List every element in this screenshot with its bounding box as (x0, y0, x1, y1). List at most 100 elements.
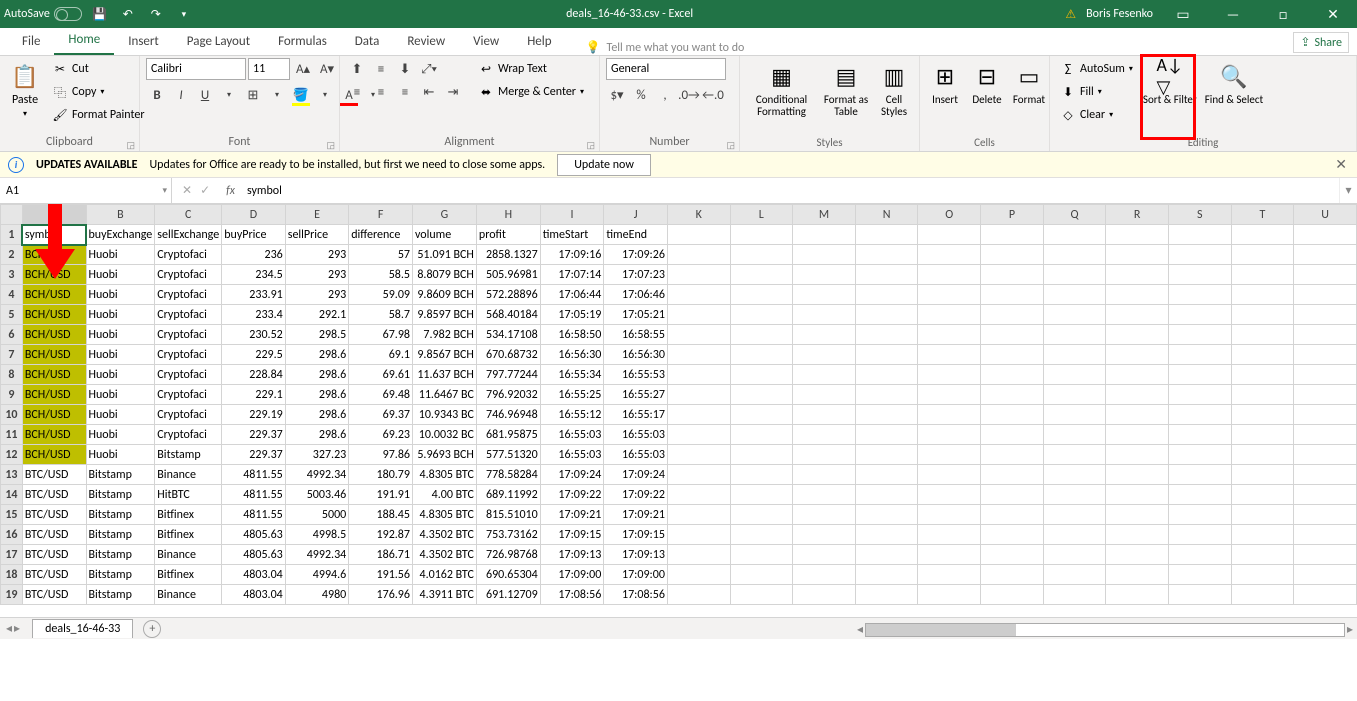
fill-dropdown-icon[interactable]: ▾ (314, 84, 336, 106)
formula-input[interactable]: symbol (241, 178, 1339, 203)
cell[interactable] (730, 565, 793, 585)
cell[interactable]: 16:55:03 (540, 445, 604, 465)
select-all-corner[interactable] (1, 205, 23, 225)
autosum-button[interactable]: ∑AutoSum ▾ (1056, 58, 1137, 80)
cell[interactable] (981, 565, 1044, 585)
wrap-text-button[interactable]: ↩Wrap Text (474, 58, 588, 80)
cell[interactable] (1043, 565, 1106, 585)
cell[interactable]: BCH/USD (22, 365, 86, 385)
cell[interactable]: 293 (285, 265, 349, 285)
cell[interactable] (667, 405, 730, 425)
ribbon-display-icon[interactable]: ▭ (1163, 0, 1203, 28)
row-header[interactable]: 2 (1, 245, 23, 265)
cell[interactable]: 746.96948 (476, 405, 540, 425)
cell[interactable]: Huobi (86, 445, 155, 465)
cell[interactable]: 4811.55 (222, 465, 286, 485)
cell[interactable] (667, 425, 730, 445)
cell[interactable]: 4.00 BTC (412, 485, 476, 505)
cell[interactable]: 58.7 (349, 305, 413, 325)
cell[interactable]: BCH/USD (22, 245, 86, 265)
cell[interactable] (918, 545, 981, 565)
row-header[interactable]: 15 (1, 505, 23, 525)
column-header[interactable]: L (730, 205, 793, 225)
cell[interactable] (855, 465, 918, 485)
cell[interactable] (730, 245, 793, 265)
cell[interactable]: Cryptofaci (155, 245, 222, 265)
cell[interactable] (918, 305, 981, 325)
expand-formula-bar-icon[interactable]: ▾ (1339, 178, 1357, 203)
cell[interactable]: 298.6 (285, 365, 349, 385)
cell[interactable]: 16:58:55 (604, 325, 668, 345)
cell[interactable]: BTC/USD (22, 525, 86, 545)
column-header[interactable]: T (1231, 205, 1294, 225)
cell[interactable]: 17:05:21 (604, 305, 668, 325)
cell[interactable]: 577.51320 (476, 445, 540, 465)
cell[interactable] (918, 285, 981, 305)
cell[interactable] (1106, 225, 1169, 245)
cell[interactable] (730, 485, 793, 505)
currency-icon[interactable]: $▾ (606, 84, 628, 106)
cell[interactable] (730, 365, 793, 385)
cell[interactable]: 568.40184 (476, 305, 540, 325)
cell[interactable]: 10.0032 BC (412, 425, 476, 445)
cell[interactable] (1168, 265, 1231, 285)
cell[interactable] (981, 385, 1044, 405)
cell[interactable]: symbol (22, 225, 86, 245)
cell[interactable] (1294, 425, 1357, 445)
column-header[interactable]: G (412, 205, 476, 225)
cell[interactable] (1294, 565, 1357, 585)
dialog-launcher-icon[interactable]: ◲ (326, 140, 335, 151)
cell[interactable]: 4803.04 (222, 585, 286, 605)
cell[interactable] (981, 285, 1044, 305)
align-right-icon[interactable]: ≡ (394, 81, 416, 103)
merge-center-button[interactable]: ⬌Merge & Center ▾ (474, 81, 588, 103)
cell[interactable] (1168, 365, 1231, 385)
increase-indent-icon[interactable]: ⇥ (442, 81, 464, 103)
cell[interactable]: 17:09:22 (604, 485, 668, 505)
cell[interactable] (667, 525, 730, 545)
cell[interactable] (1231, 585, 1294, 605)
cell[interactable] (793, 545, 856, 565)
cell[interactable] (1043, 305, 1106, 325)
cell[interactable] (981, 225, 1044, 245)
cell[interactable]: sellPrice (285, 225, 349, 245)
paste-button[interactable]: 📋 Paste▾ (6, 58, 44, 135)
shrink-font-icon[interactable]: A▾ (316, 58, 338, 80)
cell[interactable] (1294, 405, 1357, 425)
cell[interactable]: BCH/USD (22, 405, 86, 425)
column-header[interactable]: I (540, 205, 604, 225)
cell[interactable] (1106, 565, 1169, 585)
cell[interactable] (1043, 425, 1106, 445)
cell[interactable]: 17:09:26 (604, 245, 668, 265)
cell[interactable] (1106, 345, 1169, 365)
cell[interactable] (918, 245, 981, 265)
cell[interactable] (918, 405, 981, 425)
tab-view[interactable]: View (459, 28, 513, 55)
cell[interactable]: difference (349, 225, 413, 245)
cell[interactable] (1106, 305, 1169, 325)
cell[interactable] (1231, 385, 1294, 405)
cell[interactable]: BCH/USD (22, 385, 86, 405)
align-left-icon[interactable]: ≡ (346, 81, 368, 103)
cell[interactable]: 4992.34 (285, 545, 349, 565)
cell[interactable]: Bitstamp (86, 505, 155, 525)
row-header[interactable]: 18 (1, 565, 23, 585)
cell[interactable]: sellExchange (155, 225, 222, 245)
cell[interactable] (981, 265, 1044, 285)
chevron-down-icon[interactable]: ▾ (162, 185, 167, 196)
update-now-button[interactable]: Update now (557, 154, 651, 176)
cell[interactable]: BTC/USD (22, 545, 86, 565)
cell[interactable] (918, 345, 981, 365)
cell[interactable] (1294, 245, 1357, 265)
dialog-launcher-icon[interactable]: ◲ (726, 140, 735, 151)
cell[interactable]: 69.23 (349, 425, 413, 445)
row-header[interactable]: 9 (1, 385, 23, 405)
cell[interactable]: 9.8609 BCH (412, 285, 476, 305)
cell[interactable]: BTC/USD (22, 505, 86, 525)
column-header[interactable]: K (667, 205, 730, 225)
column-header[interactable]: F (349, 205, 413, 225)
cell[interactable]: BCH/USD (22, 425, 86, 445)
cell[interactable]: Cryptofaci (155, 345, 222, 365)
cell[interactable]: 17:05:19 (540, 305, 604, 325)
autosave-toggle[interactable]: AutoSave (4, 7, 82, 21)
